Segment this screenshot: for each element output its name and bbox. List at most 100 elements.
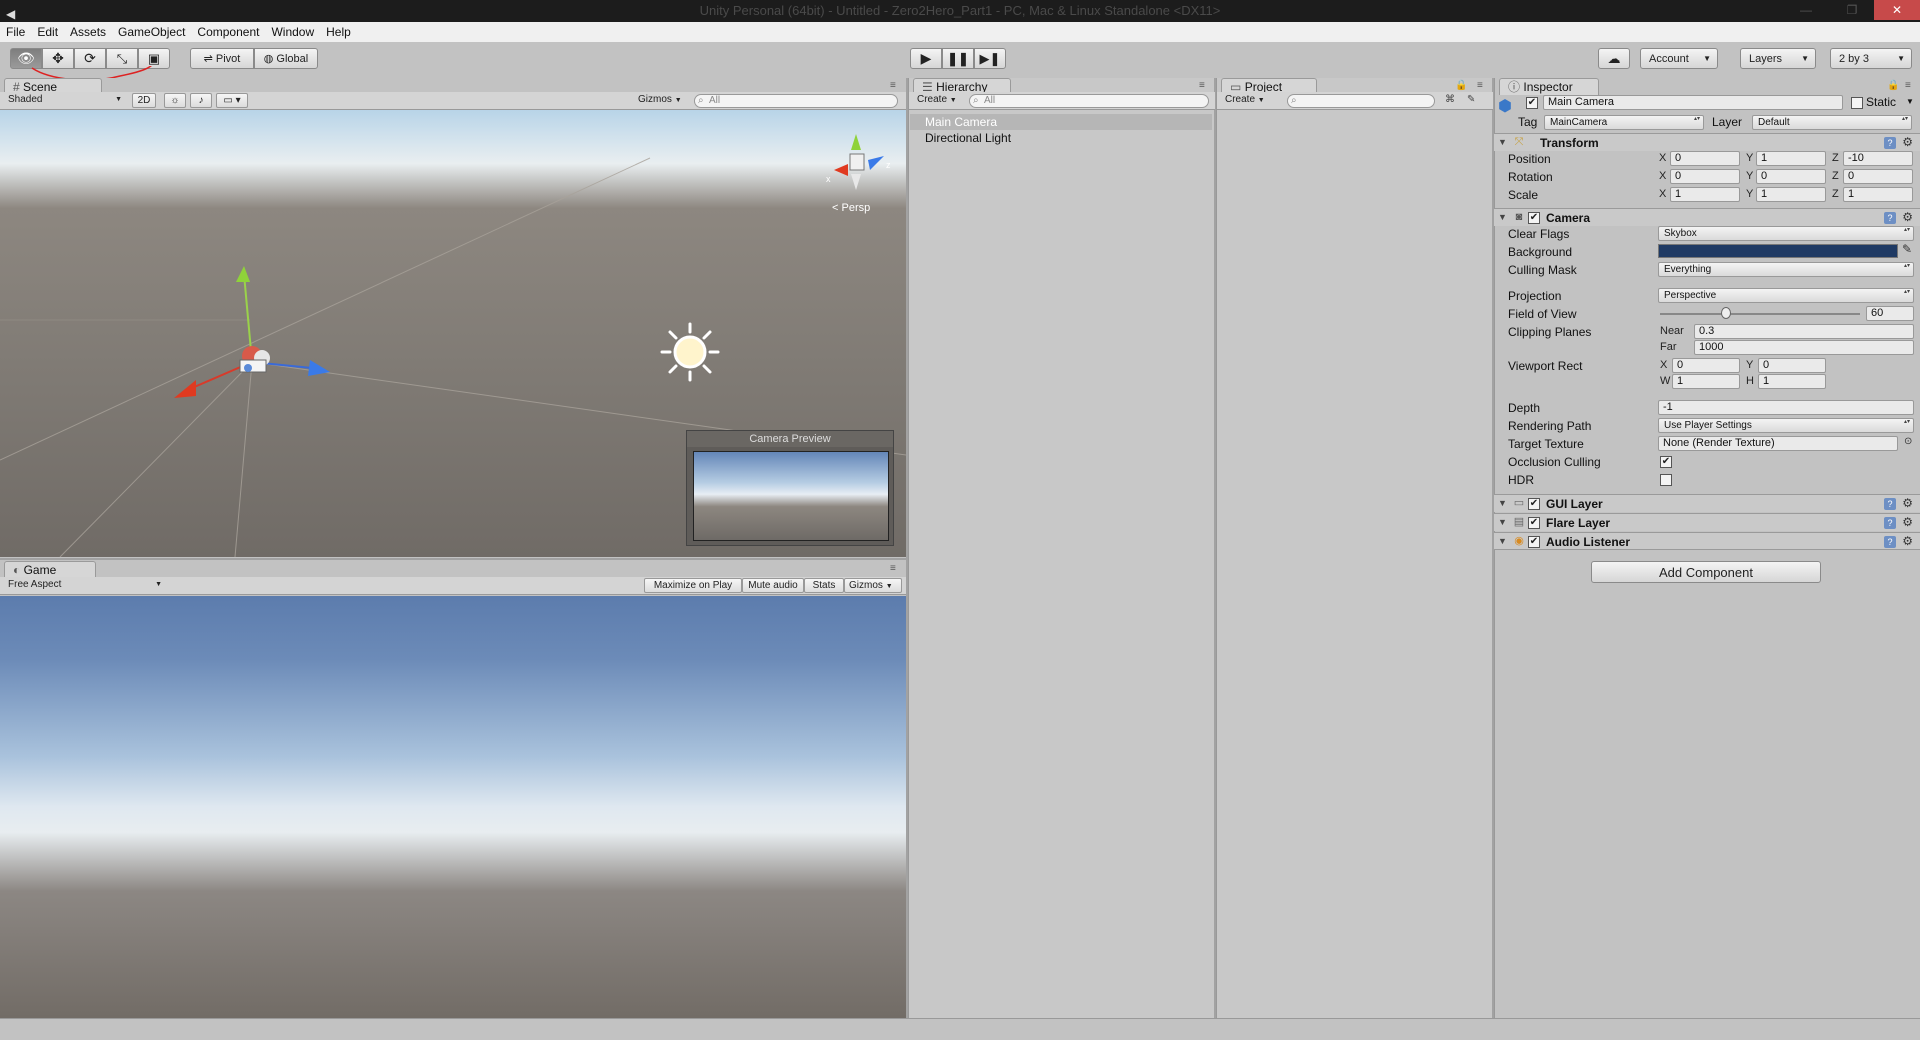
scene-search-input[interactable]: ⌕ All [694, 94, 898, 108]
far-field[interactable]: 1000 [1694, 340, 1914, 355]
collapse-triangle-icon[interactable]: ▼ [1498, 517, 1507, 527]
project-create-dropdown[interactable]: Create ▼ [1221, 93, 1269, 108]
menu-edit[interactable]: Edit [37, 25, 58, 39]
eyedropper-icon[interactable]: ✎ [1902, 242, 1912, 256]
collapse-triangle-icon[interactable]: ▼ [1498, 498, 1507, 508]
menu-component[interactable]: Component [197, 25, 259, 39]
hierarchy-item-directional-light[interactable]: Directional Light [925, 131, 1011, 146]
fov-field[interactable]: 60 [1866, 306, 1914, 321]
pivot-toggle[interactable]: ⇌ Pivot [190, 48, 254, 69]
play-button[interactable]: ▶ [910, 48, 942, 69]
help-icon[interactable]: ? [1884, 536, 1896, 548]
panel-menu-icon[interactable]: ≡ [1905, 80, 1911, 91]
maximize-on-play-toggle[interactable]: Maximize on Play [644, 578, 742, 593]
rendering-path-dropdown[interactable]: Use Player Settings [1658, 418, 1914, 433]
hdr-checkbox[interactable] [1660, 474, 1672, 486]
shading-dropdown[interactable]: Shaded ▼ [4, 93, 124, 108]
pause-button[interactable]: ❚❚ [942, 48, 974, 69]
rotation-z-field[interactable]: 0 [1843, 169, 1913, 184]
panel-menu-icon[interactable]: ≡ [1199, 80, 1205, 91]
global-toggle[interactable]: ◍ Global [254, 48, 318, 69]
gear-icon[interactable]: ⚙ [1902, 515, 1913, 529]
viewport-y-field[interactable]: 0 [1758, 358, 1826, 373]
lighting-toggle[interactable]: ☼ [164, 93, 186, 108]
minimize-button[interactable]: — [1783, 0, 1829, 20]
menu-window[interactable]: Window [271, 25, 314, 39]
position-y-field[interactable]: 1 [1756, 151, 1826, 166]
object-active-checkbox[interactable]: ✔ [1526, 97, 1538, 109]
help-icon[interactable]: ? [1884, 517, 1896, 529]
projection-dropdown[interactable]: Perspective [1658, 288, 1914, 303]
game-viewport[interactable] [0, 596, 906, 1018]
tag-dropdown[interactable]: MainCamera [1544, 115, 1704, 130]
fov-slider-thumb[interactable] [1721, 307, 1731, 319]
collapse-triangle-icon[interactable]: ▼ [1498, 137, 1507, 147]
hierarchy-item-main-camera[interactable]: Main Camera [925, 115, 997, 130]
layers-dropdown[interactable]: Layers ▼ [1740, 48, 1816, 69]
game-gizmos-dropdown[interactable]: Gizmos ▼ [844, 578, 902, 593]
orientation-gizmo-icon[interactable]: z x [826, 134, 891, 190]
position-z-field[interactable]: -10 [1843, 151, 1913, 166]
camera-header[interactable]: ▼ ◙ ✔ Camera ? ⚙ [1494, 208, 1920, 226]
maximize-button[interactable]: ❐ [1829, 0, 1875, 20]
persp-label[interactable]: < Persp [832, 202, 870, 214]
lock-icon[interactable]: 🔒 [1455, 80, 1467, 91]
depth-field[interactable]: -1 [1658, 400, 1914, 415]
flare-layer-enabled-checkbox[interactable]: ✔ [1528, 517, 1540, 529]
panel-menu-icon[interactable]: ≡ [890, 80, 896, 91]
project-search-input[interactable]: ⌕ [1287, 94, 1435, 108]
menu-gameobject[interactable]: GameObject [118, 25, 185, 39]
filter-type-icon[interactable]: ⌘ [1445, 94, 1455, 105]
gear-icon[interactable]: ⚙ [1902, 135, 1913, 149]
tab-game[interactable]: ◐ Game [4, 561, 96, 578]
viewport-w-field[interactable]: 1 [1672, 374, 1740, 389]
directional-light-icon[interactable] [660, 322, 720, 382]
target-texture-field[interactable]: None (Render Texture) [1658, 436, 1898, 451]
gui-layer-header[interactable]: ▼ ▭ ✔ GUI Layer ? ⚙ [1494, 494, 1920, 512]
hierarchy-search-input[interactable]: ⌕ All [969, 94, 1209, 108]
help-icon[interactable]: ? [1884, 498, 1896, 510]
menu-assets[interactable]: Assets [70, 25, 106, 39]
static-checkbox[interactable] [1851, 97, 1863, 109]
occlusion-culling-checkbox[interactable]: ✔ [1660, 456, 1672, 468]
viewport-x-field[interactable]: 0 [1672, 358, 1740, 373]
object-name-field[interactable]: Main Camera [1543, 95, 1843, 110]
scale-y-field[interactable]: 1 [1756, 187, 1826, 202]
scale-z-field[interactable]: 1 [1843, 187, 1913, 202]
filter-label-icon[interactable]: ✎ [1467, 94, 1475, 105]
position-x-field[interactable]: 0 [1670, 151, 1740, 166]
culling-mask-dropdown[interactable]: Everything [1658, 262, 1914, 277]
collapse-triangle-icon[interactable]: ▼ [1498, 212, 1507, 222]
rotation-x-field[interactable]: 0 [1670, 169, 1740, 184]
static-dropdown-icon[interactable]: ▼ [1906, 97, 1914, 106]
camera-enabled-checkbox[interactable]: ✔ [1528, 212, 1540, 224]
stats-toggle[interactable]: Stats [804, 578, 844, 593]
account-dropdown[interactable]: Account ▼ [1640, 48, 1718, 69]
effects-dropdown[interactable]: ▭ ▾ [216, 93, 248, 108]
audio-listener-enabled-checkbox[interactable]: ✔ [1528, 536, 1540, 548]
gear-icon[interactable]: ⚙ [1902, 534, 1913, 548]
layout-dropdown[interactable]: 2 by 3 ▼ [1830, 48, 1912, 69]
gear-icon[interactable]: ⚙ [1902, 496, 1913, 510]
near-field[interactable]: 0.3 [1694, 324, 1914, 339]
menu-file[interactable]: File [6, 25, 25, 39]
mode-2d-toggle[interactable]: 2D [132, 93, 156, 108]
camera-object-icon[interactable] [239, 346, 270, 373]
scale-x-field[interactable]: 1 [1670, 187, 1740, 202]
gui-layer-enabled-checkbox[interactable]: ✔ [1528, 498, 1540, 510]
collapse-triangle-icon[interactable]: ▼ [1498, 536, 1507, 546]
fov-slider-track[interactable] [1660, 313, 1860, 315]
step-button[interactable]: ▶❚ [974, 48, 1006, 69]
close-button[interactable]: ✕ [1874, 0, 1920, 20]
scene-gizmos-dropdown[interactable]: Gizmos ▼ [634, 93, 686, 108]
audio-toggle[interactable]: ♪ [190, 93, 212, 108]
aspect-dropdown[interactable]: Free Aspect ▼ [4, 578, 164, 593]
layer-dropdown[interactable]: Default [1752, 115, 1912, 130]
viewport-h-field[interactable]: 1 [1758, 374, 1826, 389]
background-color-swatch[interactable] [1658, 244, 1898, 258]
panel-menu-icon[interactable]: ≡ [1477, 80, 1483, 91]
panel-menu-icon[interactable]: ≡ [890, 563, 896, 574]
tab-inspector[interactable]: ⓘ Inspector [1499, 78, 1599, 95]
add-component-button[interactable]: Add Component [1591, 561, 1821, 583]
cloud-button[interactable]: ☁ [1598, 48, 1630, 69]
